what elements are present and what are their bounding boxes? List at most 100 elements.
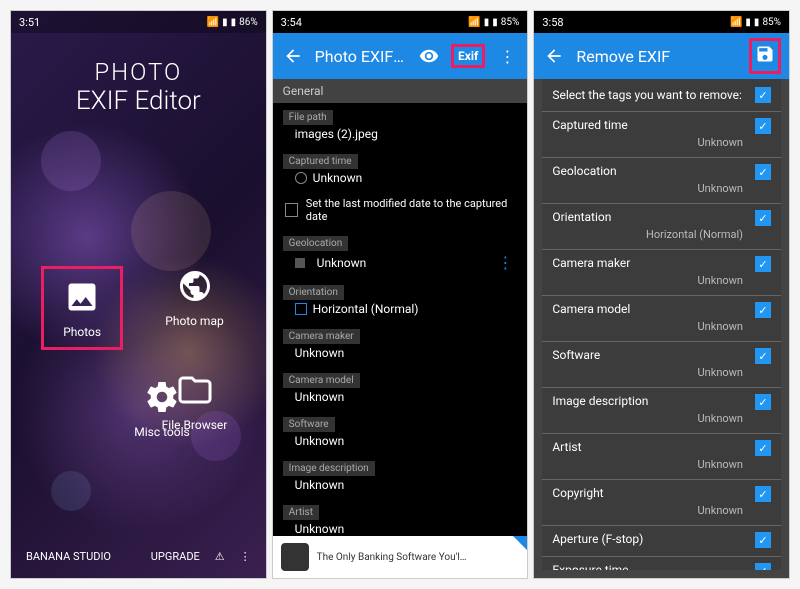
tag-row[interactable]: Exposure time Unknown — [542, 557, 781, 570]
photos-button[interactable]: Photos — [41, 266, 123, 350]
tag-row[interactable]: Geolocation Unknown — [542, 158, 781, 204]
battery-icon: ▮ — [231, 17, 237, 28]
status-bar: 3:54 📶 ▮ ▮ 85% — [273, 11, 528, 33]
gears-icon — [142, 377, 182, 417]
software-value: Unknown — [283, 434, 518, 448]
geo-value: Unknown — [317, 256, 367, 270]
tag-row[interactable]: Copyright Unknown — [542, 480, 781, 526]
field-orientation[interactable]: Orientation Horizontal (Normal) — [273, 278, 528, 322]
checkbox-icon[interactable] — [755, 440, 771, 456]
field-maker[interactable]: Camera maker Unknown — [273, 322, 528, 366]
field-software[interactable]: Software Unknown — [273, 410, 528, 454]
checkbox-icon[interactable] — [755, 210, 771, 226]
field-model[interactable]: Camera model Unknown — [273, 366, 528, 410]
status-icons: 📶 ▮ ▮ 85% — [730, 17, 781, 28]
back-icon[interactable] — [281, 44, 305, 68]
checkbox-icon[interactable] — [755, 87, 771, 103]
status-icons: 📶 ▮ ▮ 85% — [468, 17, 519, 28]
photos-label: Photos — [63, 325, 101, 339]
signal-icon: ▮ — [745, 17, 751, 28]
tag-value: Unknown — [552, 182, 771, 195]
tag-row[interactable]: Camera model Unknown — [542, 296, 781, 342]
status-bar: 3:58 📶 ▮ ▮ 85% — [534, 11, 789, 33]
tag-value: Unknown — [552, 504, 771, 517]
appbar-title: Remove EXIF — [576, 47, 739, 66]
tag-row[interactable]: Captured time Unknown — [542, 112, 781, 158]
geo-label: Geolocation — [283, 236, 349, 251]
signal-icon: ▮ — [484, 17, 490, 28]
field-captured[interactable]: Captured time Unknown — [273, 147, 528, 191]
tag-row[interactable]: Artist Unknown — [542, 434, 781, 480]
checkbox-icon[interactable] — [755, 256, 771, 272]
photos-icon — [62, 277, 102, 317]
tag-value: Unknown — [552, 458, 771, 471]
ad-banner[interactable]: The Only Banking Software You'l… — [273, 536, 528, 578]
imgdesc-label: Image description — [283, 461, 375, 476]
upgrade-button[interactable]: UPGRADE — [151, 550, 200, 563]
eye-icon[interactable] — [417, 44, 441, 68]
maker-label: Camera maker — [283, 329, 360, 344]
tag-row[interactable]: Camera maker Unknown — [542, 250, 781, 296]
tag-name: Image description — [552, 394, 648, 408]
tag-row[interactable]: Aperture (F-stop) — [542, 526, 781, 557]
tag-value: Horizontal (Normal) — [552, 228, 771, 241]
checkbox-icon[interactable] — [755, 532, 771, 548]
photomap-label: Photo map — [165, 314, 223, 328]
tag-row[interactable]: Software Unknown — [542, 342, 781, 388]
checkbox-icon[interactable] — [755, 302, 771, 318]
wifi-icon: 📶 — [207, 17, 219, 28]
captured-label: Captured time — [283, 154, 358, 169]
field-filepath[interactable]: File path images (2).jpeg — [273, 103, 528, 147]
title-line1: PHOTO — [11, 58, 266, 86]
warning-icon[interactable]: ⚠ — [215, 550, 225, 563]
checkbox-icon[interactable] — [755, 563, 771, 570]
tag-name: Artist — [552, 440, 581, 454]
appbar: Photo EXIF Edi… Exif ⋮ — [273, 33, 528, 79]
geo-more-icon[interactable]: ⋮ — [497, 253, 517, 272]
battery-pct: 85% — [762, 17, 781, 28]
ad-logo — [281, 543, 309, 571]
misctools-button[interactable]: Misc tools — [88, 377, 235, 452]
screen-remove-exif: 3:58 📶 ▮ ▮ 85% Remove EXIF Select the ta… — [533, 10, 790, 579]
checkbox-icon[interactable] — [755, 486, 771, 502]
more-icon[interactable]: ⋮ — [495, 44, 519, 68]
photomap-button[interactable]: Photo map — [153, 266, 235, 350]
status-time: 3:54 — [281, 16, 302, 29]
ad-close-icon[interactable] — [513, 536, 527, 550]
header-label: Select the tags you want to remove: — [552, 88, 742, 102]
studio-label: BANANA STUDIO — [26, 550, 111, 563]
wifi-icon: 📶 — [468, 17, 480, 28]
tag-name: Software — [552, 348, 600, 362]
back-icon[interactable] — [542, 44, 566, 68]
save-button[interactable] — [749, 38, 781, 74]
globe-icon — [175, 266, 215, 306]
tag-name: Orientation — [552, 210, 611, 224]
battery-icon: ▮ — [754, 17, 760, 28]
tag-value: Unknown — [552, 274, 771, 287]
setlast-checkbox[interactable]: Set the last modified date to the captur… — [273, 191, 528, 229]
status-icons: 📶 ▮ ▮ 86% — [207, 17, 258, 28]
orient-value: Horizontal (Normal) — [283, 302, 518, 316]
field-imgdesc[interactable]: Image description Unknown — [273, 454, 528, 498]
checkbox-icon[interactable] — [755, 118, 771, 134]
geo-marker-icon — [295, 258, 305, 268]
section-general: General — [273, 79, 528, 103]
artist-label: Artist — [283, 505, 319, 520]
signal-icon: ▮ — [222, 17, 228, 28]
maker-value: Unknown — [283, 346, 518, 360]
tag-name: Aperture (F-stop) — [552, 532, 643, 546]
screen-exif-editor: 3:54 📶 ▮ ▮ 85% Photo EXIF Edi… Exif ⋮ Ge… — [272, 10, 529, 579]
checkbox-icon[interactable] — [755, 348, 771, 364]
orient-label: Orientation — [283, 285, 344, 300]
checkbox-icon[interactable] — [755, 394, 771, 410]
more-icon[interactable]: ⋮ — [240, 550, 251, 563]
status-time: 3:51 — [19, 16, 40, 29]
tag-row[interactable]: Orientation Horizontal (Normal) — [542, 204, 781, 250]
checkbox-icon[interactable] — [755, 164, 771, 180]
status-time: 3:58 — [542, 16, 563, 29]
field-geolocation[interactable]: Geolocation Unknown ⋮ — [273, 229, 528, 278]
exif-button[interactable]: Exif — [451, 44, 485, 68]
select-all-row[interactable]: Select the tags you want to remove: — [542, 79, 781, 112]
home-grid: Photos Photo map File Browser — [11, 266, 266, 452]
tag-row[interactable]: Image description Unknown — [542, 388, 781, 434]
